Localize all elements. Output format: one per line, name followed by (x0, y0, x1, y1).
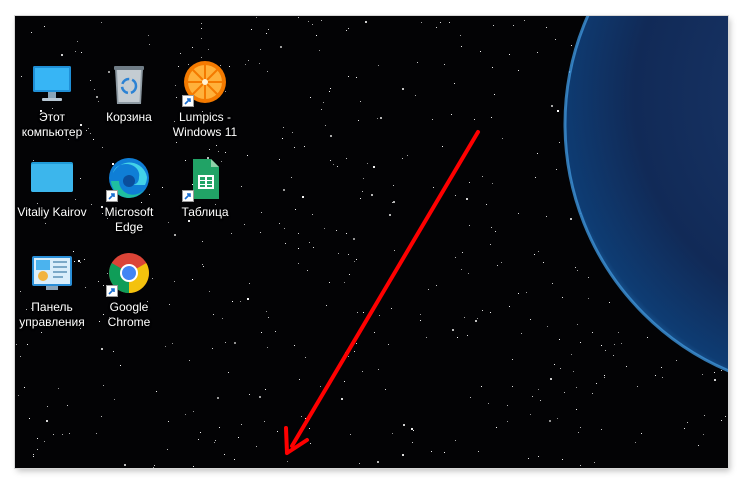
desktop[interactable]: Этот компьютер Корзина Lumpics - Windows… (15, 16, 728, 468)
annotation-arrow (284, 130, 480, 455)
